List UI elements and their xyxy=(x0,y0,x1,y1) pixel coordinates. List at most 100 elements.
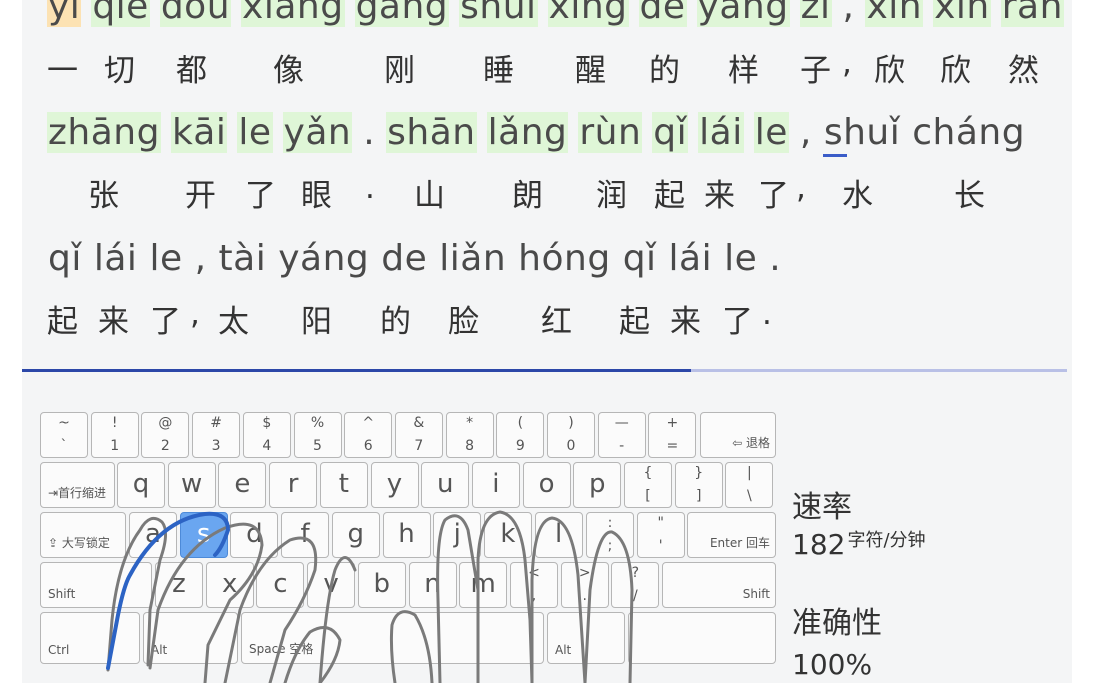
pinyin-punctuation: . xyxy=(769,238,782,279)
key-r[interactable]: r xyxy=(269,462,318,508)
key-z[interactable]: z xyxy=(155,562,203,608)
key-7[interactable]: & 7 xyxy=(394,412,443,458)
tab-key[interactable]: ⇥首行缩进 xyxy=(40,462,115,508)
key-y[interactable]: y xyxy=(370,462,419,508)
key-x[interactable]: x xyxy=(205,562,254,608)
pinyin-syllable: kāi xyxy=(170,112,228,153)
key-g[interactable]: g xyxy=(331,512,380,558)
pinyin-syllable: de xyxy=(381,238,428,279)
key-e[interactable]: e xyxy=(218,462,267,508)
pinyin-syllable: le xyxy=(149,238,183,279)
enter-key[interactable]: Enter 回车 xyxy=(687,512,776,558)
hanzi-character: 样 xyxy=(728,53,759,89)
key-s[interactable]: s xyxy=(179,512,228,558)
key-label: i xyxy=(492,469,500,499)
hanzi-character: . xyxy=(365,170,375,206)
key-0[interactable]: ) 0 xyxy=(547,412,595,458)
key-shift-label: ( xyxy=(517,415,524,431)
hanzi-character: 红 xyxy=(541,304,572,340)
key-2[interactable]: @2 xyxy=(141,412,190,458)
speed-number: 182 xyxy=(792,528,846,561)
key--[interactable]: — - xyxy=(597,412,646,458)
key-shift-label: ) xyxy=(568,415,574,431)
right-alt-key[interactable]: Alt xyxy=(547,612,625,664)
key-i[interactable]: i xyxy=(471,462,520,508)
pinyin-syllable: dou xyxy=(159,0,232,27)
key-4[interactable]: $4 xyxy=(242,412,291,458)
caps-lock-key[interactable]: ⇪ 大写锁定 xyxy=(40,512,126,558)
key-d[interactable]: d xyxy=(230,512,279,558)
hanzi-character: 来 xyxy=(670,304,701,340)
key-base-label: 9 xyxy=(515,438,525,454)
key-\[interactable]: | \ xyxy=(725,462,774,508)
key-base-label: [ xyxy=(645,488,651,504)
key-base-label: 3 xyxy=(211,438,221,454)
pinyin-syllable: qǐ xyxy=(48,238,82,279)
key-q[interactable]: q xyxy=(117,462,165,508)
space-key[interactable]: Space 空格 xyxy=(241,612,544,664)
key-semicolon[interactable]: :; xyxy=(586,512,634,558)
key-quote[interactable]: " ' xyxy=(636,512,685,558)
hanzi-character: 起 xyxy=(47,304,78,340)
key-3[interactable]: #3 xyxy=(192,412,241,458)
key-8[interactable]: * 8 xyxy=(445,412,494,458)
key-p[interactable]: p xyxy=(573,462,622,508)
key-label: v xyxy=(323,569,339,599)
key-comma[interactable]: <, xyxy=(510,562,558,608)
key-base-label: ] xyxy=(695,488,702,504)
right-ctrl-key[interactable] xyxy=(628,612,776,664)
pinyin-syllable: yáng xyxy=(278,238,370,279)
key-v[interactable]: v xyxy=(307,562,356,608)
hanzi-character: 的 xyxy=(649,53,680,89)
key-n[interactable]: n xyxy=(408,562,457,608)
key-label: a xyxy=(145,519,161,549)
key-9[interactable]: (9 xyxy=(496,412,545,458)
key-o[interactable]: o xyxy=(522,462,571,508)
key-][interactable]: }] xyxy=(674,462,723,508)
left-alt-key[interactable]: Alt xyxy=(143,612,238,664)
hanzi-character: 开 xyxy=(185,178,216,214)
key-l[interactable]: l xyxy=(534,512,583,558)
key-w[interactable]: w xyxy=(167,462,216,508)
key-c[interactable]: c xyxy=(256,562,305,608)
key-b[interactable]: b xyxy=(357,562,406,608)
hanzi-character: 长 xyxy=(954,178,985,214)
key-u[interactable]: u xyxy=(421,462,470,508)
key-base-label: 5 xyxy=(313,438,322,454)
key-f[interactable]: f xyxy=(281,512,330,558)
key-k[interactable]: k xyxy=(483,512,532,558)
hanzi-character: 起 xyxy=(619,304,650,340)
key-base-label: , xyxy=(531,588,537,604)
accuracy-label: 准确性 xyxy=(792,606,882,641)
key-[[interactable]: {[ xyxy=(624,462,672,508)
key-=[interactable]: + = xyxy=(648,412,697,458)
key-a[interactable]: a xyxy=(129,512,177,558)
pinyin-line-2: zhāng kāi le yǎn. shān lǎng rùn qǐ lái le, shuǐ chá… xyxy=(47,112,1036,160)
hanzi-character: 欣 xyxy=(940,53,971,89)
left-shift-key[interactable]: Shift xyxy=(40,562,152,608)
key-t[interactable]: t xyxy=(319,462,368,508)
key-6[interactable]: ^ 6 xyxy=(344,412,393,458)
key-shift-label: @ xyxy=(158,415,173,431)
key-h[interactable]: h xyxy=(382,512,431,558)
right-shift-key[interactable]: Shift xyxy=(662,562,776,608)
key-label: Shift xyxy=(48,587,76,601)
key-j[interactable]: j xyxy=(433,512,482,558)
key-label: x xyxy=(221,569,238,599)
pinyin-syllable: cháng xyxy=(912,112,1026,153)
ctrl-key[interactable]: Ctrl xyxy=(40,612,140,664)
key-m[interactable]: m xyxy=(459,562,508,608)
key-`[interactable]: ~ ` xyxy=(40,412,88,458)
pinyin-syllable: lǎng xyxy=(486,112,569,153)
hanzi-character: 子 xyxy=(800,53,831,89)
pinyin-syllable: xiang xyxy=(241,0,345,27)
hanzi-character: , xyxy=(190,296,200,332)
pinyin-syllable: shui xyxy=(459,0,538,27)
key-1[interactable]: ! 1 xyxy=(90,412,139,458)
key-shift-label: ^ xyxy=(362,415,375,431)
key-slash[interactable]: ? / xyxy=(611,562,660,608)
key-5[interactable]: % 5 xyxy=(293,412,342,458)
key-period[interactable]: >. xyxy=(560,562,609,608)
backspace-key[interactable]: ⇦ 退格 xyxy=(700,412,776,458)
pinyin-syllable: xin xyxy=(933,0,991,27)
